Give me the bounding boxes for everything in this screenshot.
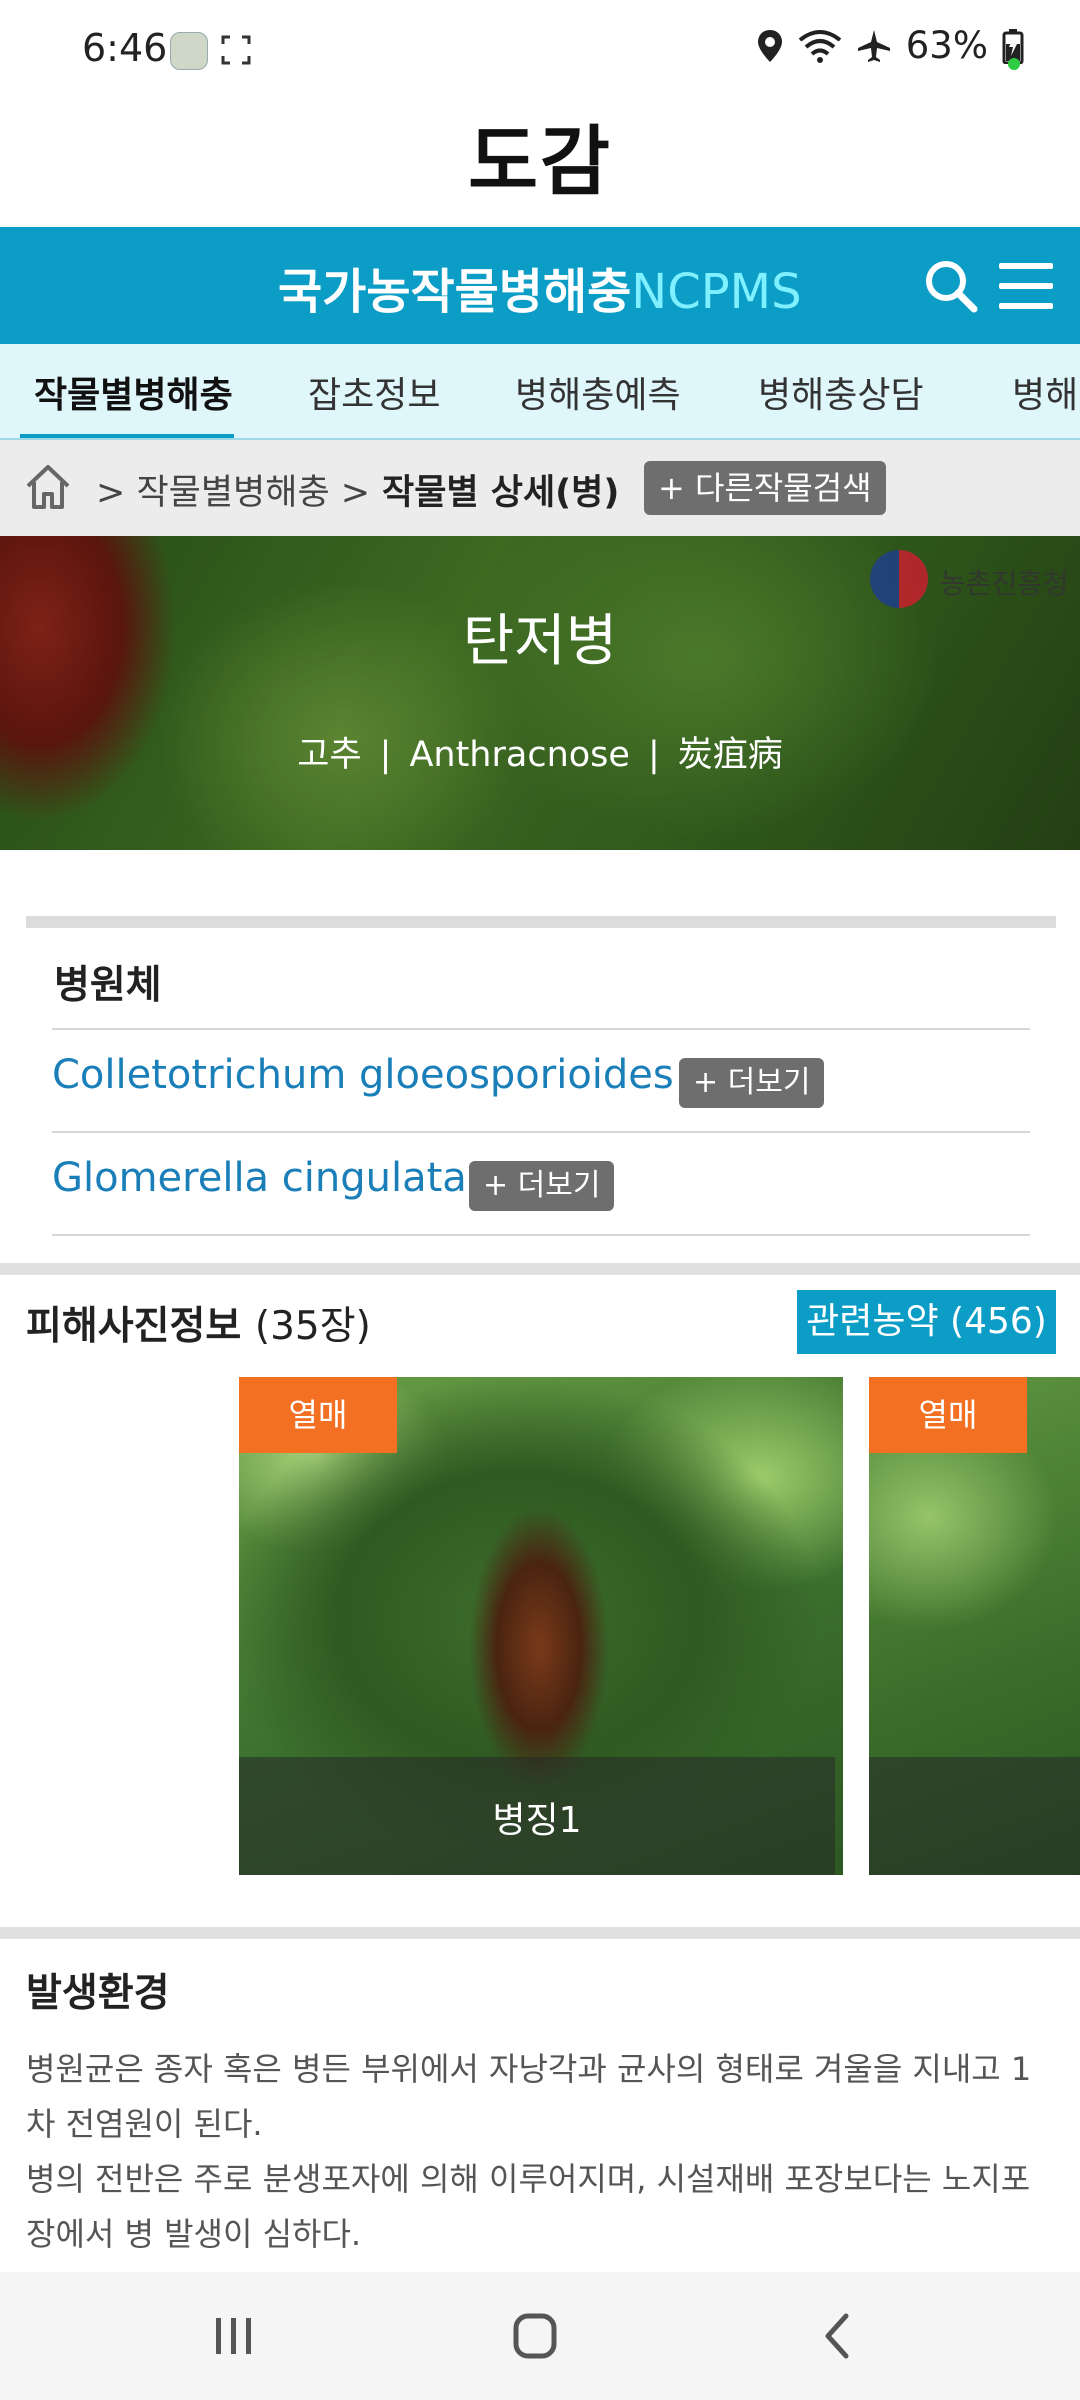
disease-subtitle: 고추 | Anthracnose | 炭疽病 xyxy=(0,726,1080,777)
tab-crop-pests[interactable]: 작물별병해충 xyxy=(34,366,233,418)
environment-paragraph: 병의 전반은 주로 분생포자에 의해 이루어지며, 시설재배 포장보다는 노지포… xyxy=(26,2160,1031,2253)
disease-name: 탄저병 xyxy=(462,609,618,674)
breadcrumb-current: 작물별 상세(병) xyxy=(382,473,620,513)
section-separator xyxy=(0,1263,1080,1275)
home-icon[interactable] xyxy=(24,462,72,512)
related-pesticides-button[interactable]: 관련농약 (456) xyxy=(797,1290,1056,1354)
location-icon xyxy=(757,29,782,62)
page-title: 도감 xyxy=(468,117,612,206)
chinese-name: 炭疽病 xyxy=(677,735,783,775)
photo-category-tag: 열매 xyxy=(239,1377,397,1453)
disease-hero-banner: 농촌진흥청 탄저병 고추 | Anthracnose | 炭疽病 xyxy=(0,536,1080,850)
damage-photos-heading: 피해사진정보 (35장) xyxy=(26,1295,371,1351)
crop-name: 고추 xyxy=(297,735,362,775)
photo-caption: 병징1 xyxy=(492,1800,582,1841)
app-badge-icon xyxy=(170,32,208,70)
english-name: Anthracnose xyxy=(409,735,630,775)
divider xyxy=(52,1131,1030,1133)
pathogen-link[interactable]: Colletotrichum gloeosporioides xyxy=(52,1052,674,1098)
breadcrumb-crop-pests[interactable]: > 작물별병해충 > xyxy=(96,464,370,515)
status-time: 6:46 xyxy=(82,26,168,70)
system-nav-bar xyxy=(0,2272,1080,2400)
breadcrumb: > 작물별병해충 > 작물별 상세(병) + 다른작물검색 xyxy=(0,440,1080,536)
brand-korean: 국가농작물병해충 xyxy=(278,264,632,320)
section-separator xyxy=(0,1927,1080,1939)
home-icon[interactable] xyxy=(500,2306,570,2366)
separator: | xyxy=(647,735,660,775)
back-icon[interactable] xyxy=(804,2306,874,2366)
pathogen-card-top-bar xyxy=(26,916,1056,928)
tab-pest-more[interactable]: 병해충 xyxy=(1012,366,1080,418)
hamburger-menu-icon[interactable] xyxy=(995,255,1057,317)
other-crop-search-button[interactable]: + 다른작물검색 xyxy=(644,461,886,515)
status-icons: 63% xyxy=(756,24,1024,67)
photo-caption-bar xyxy=(869,1757,1080,1875)
recent-apps-icon[interactable] xyxy=(198,2306,268,2366)
separator: | xyxy=(379,735,392,775)
status-bar: 6:46 63% xyxy=(0,0,1080,96)
tab-bar: 작물별병해충 잡초정보 병해충예측 병해충상담 병해충 xyxy=(0,344,1080,440)
fullscreen-icon xyxy=(221,35,251,65)
damage-photos-title: 피해사진정보 xyxy=(26,1304,242,1349)
environment-text: 병원균은 종자 혹은 병든 부위에서 자낭각과 균사의 형태로 겨울을 지내고 … xyxy=(26,2042,1056,2262)
pathogen-link[interactable]: Glomerella cingulata xyxy=(52,1155,467,1201)
search-icon[interactable] xyxy=(920,255,982,317)
photo-category-tag: 열매 xyxy=(869,1377,1027,1453)
photo-count: (35장) xyxy=(254,1304,371,1349)
pathogen-heading: 병원체 xyxy=(54,963,162,1008)
environment-paragraph: 병원균은 종자 혹은 병든 부위에서 자낭각과 균사의 형태로 겨울을 지내고 … xyxy=(26,2050,1032,2143)
pathogen-card: 병원체 Colletotrichum gloeosporioides + 더보기… xyxy=(26,928,1056,1258)
environment-heading: 발생환경 xyxy=(26,1971,170,2016)
airplane-icon xyxy=(857,29,890,62)
site-brand[interactable]: 국가농작물병해충NCPMS xyxy=(278,252,802,322)
site-header: 국가농작물병해충NCPMS xyxy=(0,227,1080,344)
charging-dot xyxy=(1008,58,1020,70)
damage-photo[interactable]: 열매 xyxy=(869,1377,1080,1875)
more-button[interactable]: + 더보기 xyxy=(469,1161,615,1211)
more-button[interactable]: + 더보기 xyxy=(679,1058,825,1108)
tab-weed-info[interactable]: 잡초정보 xyxy=(308,366,440,418)
divider xyxy=(52,1234,1030,1236)
tab-pest-forecast[interactable]: 병해충예측 xyxy=(515,366,681,418)
tab-pest-consult[interactable]: 병해충상담 xyxy=(758,366,924,418)
wifi-icon xyxy=(798,29,841,63)
battery-percent: 63% xyxy=(905,24,988,67)
damage-photo[interactable]: 열매 병징1 xyxy=(239,1377,843,1875)
brand-english: NCPMS xyxy=(631,264,802,320)
divider xyxy=(52,1028,1030,1030)
